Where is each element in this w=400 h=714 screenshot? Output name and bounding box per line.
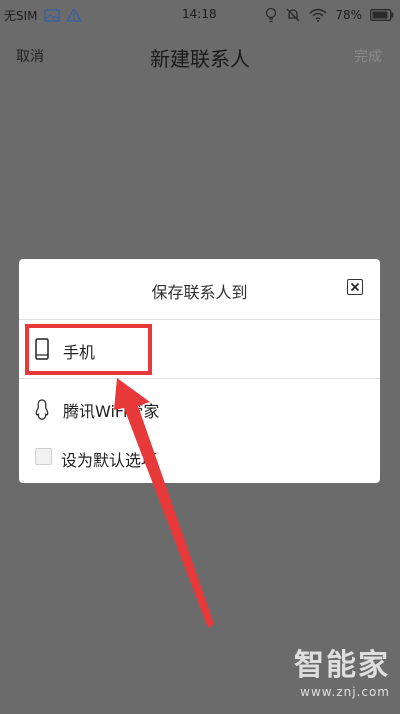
done-button[interactable]: 完成	[354, 46, 382, 66]
page-title: 新建联系人	[150, 47, 250, 71]
watermark: 智能家 www.znj.com	[286, 648, 390, 708]
battery-percent: 78%	[335, 8, 362, 22]
gallery-icon	[43, 8, 60, 22]
option-tencent-wifi[interactable]: 腾讯WiFi管家	[19, 379, 380, 437]
watermark-logo: 智能家	[294, 648, 390, 683]
title-bar: 取消 新建联系人 完成	[0, 30, 400, 82]
watermark-url: www.znj.com	[300, 685, 390, 699]
mute-icon	[285, 7, 301, 23]
default-option-label: 设为默认选项	[61, 451, 158, 470]
battery-icon	[370, 9, 394, 21]
default-option-checkbox[interactable]	[35, 448, 52, 465]
status-bar-right: 78%	[257, 5, 394, 25]
alert-icon	[65, 8, 82, 22]
close-button[interactable]	[347, 279, 363, 295]
dialog-title: 保存联系人到	[151, 283, 248, 302]
tencent-icon	[35, 399, 49, 425]
carrier-label: 无SIM	[4, 8, 38, 23]
wifi-icon	[309, 8, 327, 22]
dialog-header: 保存联系人到	[19, 259, 380, 319]
status-bar: 无SIM 14:18 78%	[0, 0, 400, 30]
location-icon	[265, 7, 277, 23]
status-bar-left: 无SIM	[4, 6, 88, 24]
option-tencent-wifi-label: 腾讯WiFi管家	[63, 402, 160, 421]
status-time: 14:18	[182, 7, 217, 21]
annotation-highlight-box	[25, 324, 152, 375]
